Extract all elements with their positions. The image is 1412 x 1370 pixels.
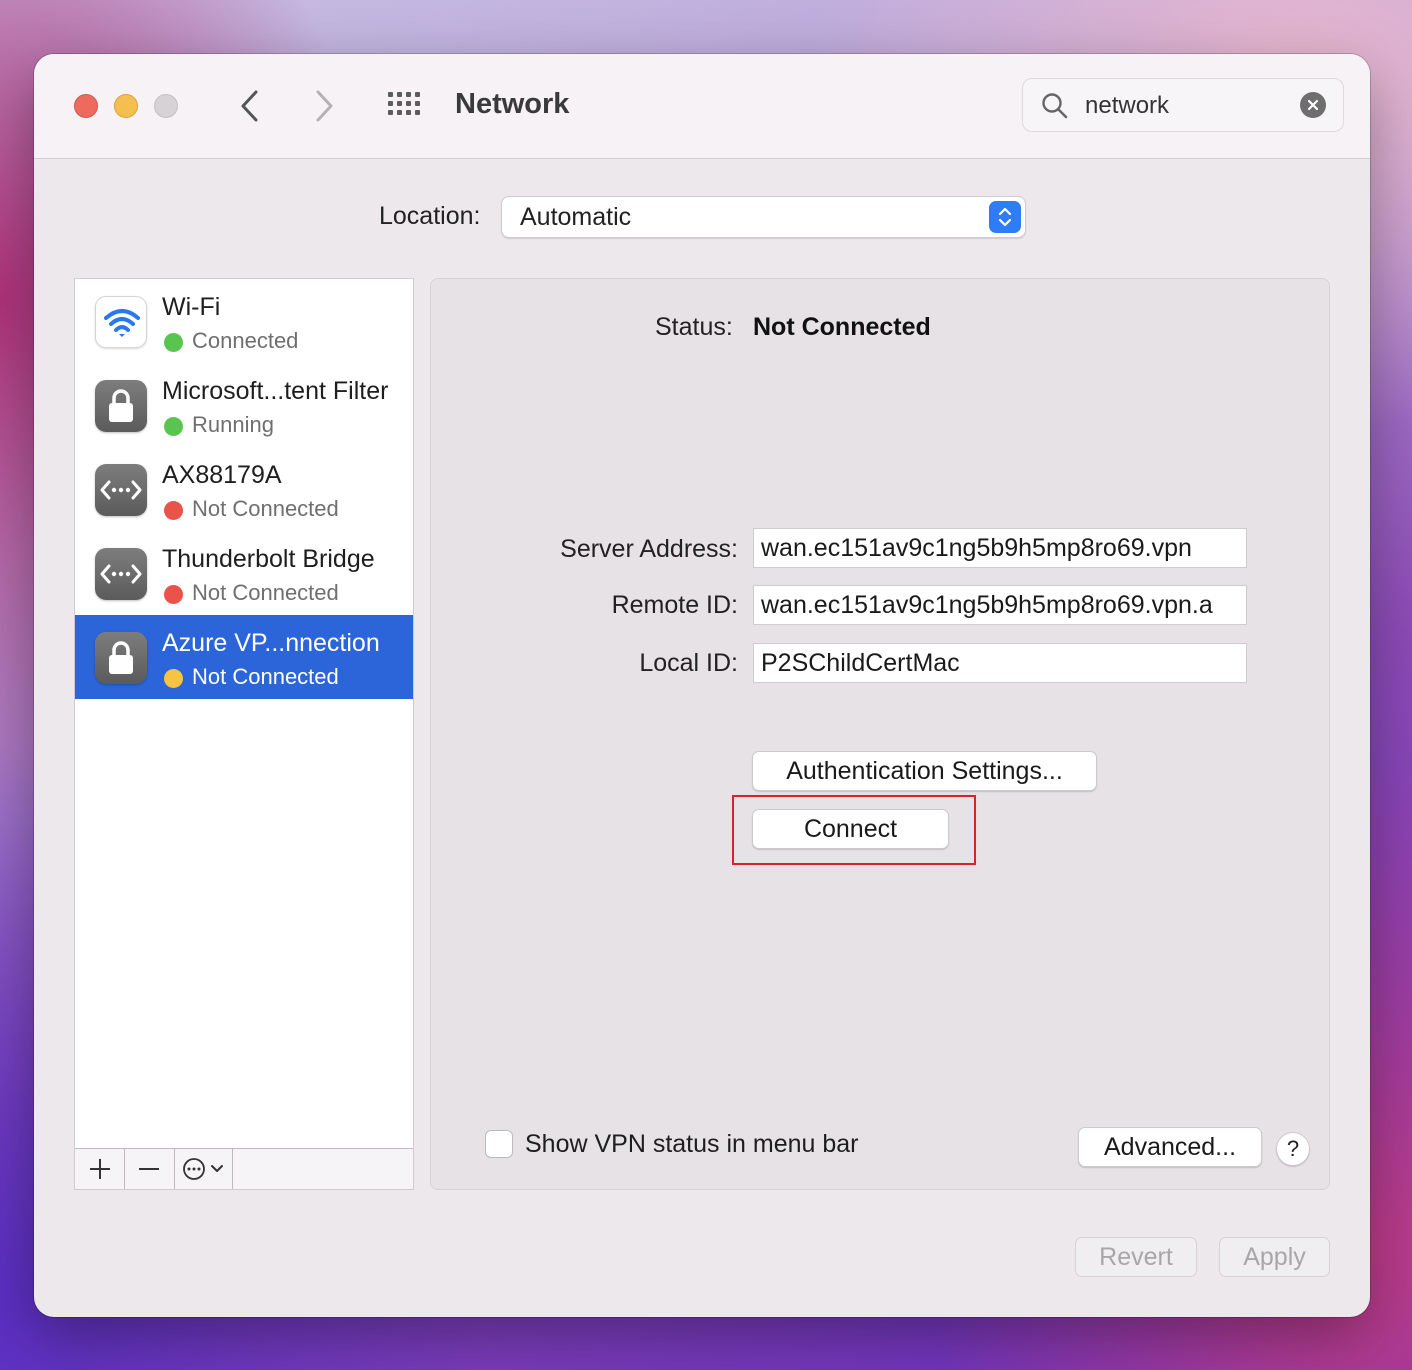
service-status: Running — [192, 412, 274, 437]
service-name: Microsoft...tent Filter — [162, 377, 389, 405]
lock-icon — [95, 632, 147, 684]
server-address-value: wan.ec151av9c1ng5b9h5mp8ro69.vpn — [761, 534, 1192, 562]
local-id-value: P2SChildCertMac — [761, 649, 960, 677]
title-bar: Network network — [34, 54, 1370, 159]
back-button[interactable] — [230, 86, 270, 126]
chevron-right-icon — [316, 90, 333, 122]
zoom-window-button[interactable] — [154, 94, 178, 118]
service-actions-menu-button[interactable] — [174, 1149, 233, 1189]
local-id-label: Local ID: — [639, 649, 738, 677]
wifi-icon — [95, 296, 147, 348]
status-dot — [164, 585, 183, 604]
close-icon — [1307, 99, 1319, 111]
status-dot — [164, 333, 183, 352]
search-icon — [1042, 93, 1068, 119]
location-select[interactable]: Automatic — [501, 196, 1026, 238]
local-id-field[interactable]: P2SChildCertMac — [753, 643, 1247, 683]
location-label: Location: — [379, 202, 481, 230]
network-service-list: Wi-Fi Connected Microsoft...tent Filter … — [74, 278, 414, 1190]
plus-icon — [89, 1159, 110, 1179]
window-title: Network — [455, 88, 570, 120]
service-name: AX88179A — [162, 461, 282, 489]
vpn-detail-panel: Status: Not Connected Server Address: wa… — [430, 278, 1330, 1190]
remove-service-button[interactable] — [124, 1149, 175, 1189]
status-value: Not Connected — [753, 313, 931, 341]
status-label: Status: — [655, 313, 733, 341]
authentication-settings-button[interactable]: Authentication Settings... — [752, 751, 1097, 791]
status-dot — [164, 501, 183, 520]
service-item-wifi[interactable]: Wi-Fi Connected — [75, 279, 413, 363]
service-item-content-filter[interactable]: Microsoft...tent Filter Running — [75, 363, 413, 447]
grid-icon — [388, 92, 420, 115]
search-input[interactable]: network — [1085, 92, 1169, 120]
ethernet-icon — [95, 464, 147, 516]
forward-button[interactable] — [304, 86, 344, 126]
status-dot — [164, 669, 183, 688]
server-address-field[interactable]: wan.ec151av9c1ng5b9h5mp8ro69.vpn — [753, 528, 1247, 568]
advanced-button[interactable]: Advanced... — [1078, 1127, 1262, 1167]
ethernet-icon — [95, 548, 147, 600]
minus-icon — [139, 1168, 159, 1170]
chevron-left-icon — [241, 90, 258, 122]
service-list-toolbar — [75, 1148, 413, 1189]
search-field[interactable]: network — [1022, 78, 1344, 132]
server-address-label: Server Address: — [560, 535, 738, 563]
service-name: Azure VP...nnection — [162, 629, 380, 657]
add-service-button[interactable] — [75, 1149, 125, 1189]
minimize-window-button[interactable] — [114, 94, 138, 118]
service-status: Not Connected — [192, 496, 339, 521]
updown-chevron-icon — [989, 201, 1021, 233]
clear-search-button[interactable] — [1300, 92, 1326, 118]
service-item-ax88179a[interactable]: AX88179A Not Connected — [75, 447, 413, 531]
service-name: Thunderbolt Bridge — [162, 545, 375, 573]
status-dot — [164, 417, 183, 436]
lock-icon — [95, 380, 147, 432]
show-all-button[interactable] — [384, 90, 424, 124]
service-status: Connected — [192, 328, 299, 353]
location-value: Automatic — [520, 203, 632, 231]
remote-id-field[interactable]: wan.ec151av9c1ng5b9h5mp8ro69.vpn.a — [753, 585, 1247, 625]
service-status: Not Connected — [192, 664, 339, 689]
network-preferences-window: Network network Location: Automatic Wi-F… — [34, 54, 1370, 1317]
help-button[interactable]: ? — [1276, 1132, 1310, 1166]
service-name: Wi-Fi — [162, 293, 221, 321]
ellipsis-circle-icon — [183, 1158, 205, 1180]
chevron-down-icon — [211, 1165, 223, 1172]
service-item-thunderbolt-bridge[interactable]: Thunderbolt Bridge Not Connected — [75, 531, 413, 615]
remote-id-label: Remote ID: — [611, 591, 738, 619]
show-vpn-status-label: Show VPN status in menu bar — [525, 1130, 859, 1158]
close-window-button[interactable] — [74, 94, 98, 118]
revert-button[interactable]: Revert — [1075, 1237, 1197, 1277]
service-status: Not Connected — [192, 580, 339, 605]
apply-button[interactable]: Apply — [1219, 1237, 1330, 1277]
show-vpn-status-checkbox[interactable] — [485, 1130, 513, 1158]
connect-button[interactable]: Connect — [752, 809, 949, 849]
service-item-azure-vpn[interactable]: Azure VP...nnection Not Connected — [75, 615, 413, 699]
remote-id-value: wan.ec151av9c1ng5b9h5mp8ro69.vpn.a — [761, 591, 1213, 619]
